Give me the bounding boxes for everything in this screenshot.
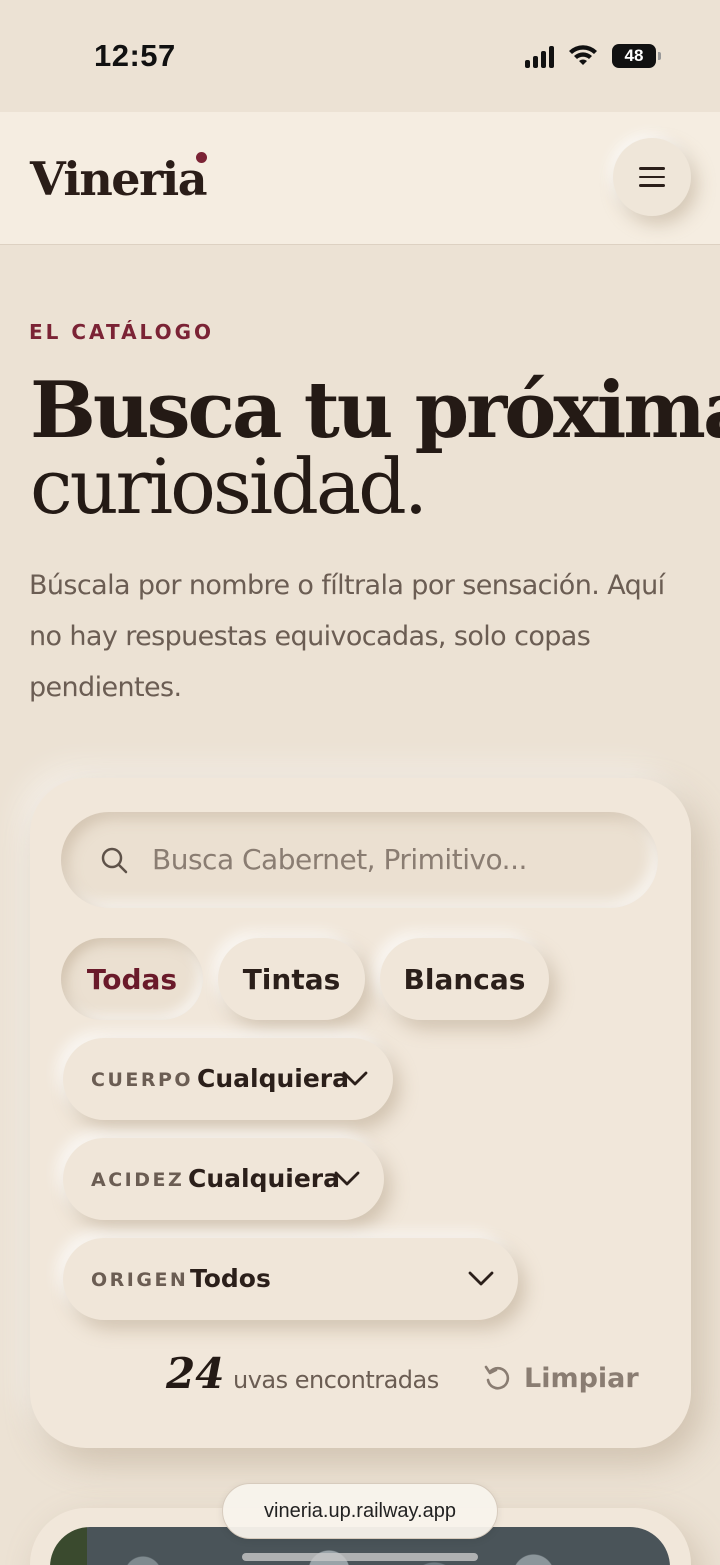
result-label: uvas encontradas	[233, 1366, 439, 1394]
page-title-line2: curiosidad.	[30, 442, 428, 531]
select-value: Todos	[190, 1264, 271, 1293]
battery-icon: 48	[612, 44, 661, 68]
select-label: ORIGEN	[91, 1269, 189, 1291]
wifi-icon	[569, 45, 597, 65]
chevron-down-icon	[468, 1271, 494, 1286]
chevron-down-icon	[334, 1171, 360, 1186]
select-value: Cualquiera	[197, 1064, 350, 1093]
chip-tintas[interactable]: Tintas	[218, 938, 365, 1020]
search-icon	[101, 847, 128, 874]
chip-blancas[interactable]: Blancas	[380, 938, 549, 1020]
select-value: Cualquiera	[188, 1164, 341, 1193]
logo-dot	[196, 152, 207, 163]
select-cuerpo[interactable]: CUERPO Cualquiera	[63, 1038, 393, 1120]
result-count: 24	[166, 1349, 225, 1398]
status-time: 12:57	[94, 38, 176, 73]
search-placeholder: Busca Cabernet, Primitivo...	[152, 843, 527, 876]
chevron-down-icon	[342, 1071, 368, 1086]
clear-label: Limpiar	[524, 1362, 639, 1394]
select-label: CUERPO	[91, 1069, 194, 1091]
home-indicator	[242, 1553, 478, 1561]
signal-icon	[525, 44, 554, 68]
select-label: ACIDEZ	[91, 1169, 185, 1191]
reset-icon	[484, 1365, 510, 1390]
status-icons: 48	[525, 44, 661, 68]
logo[interactable]: Vineria	[30, 152, 208, 206]
menu-button[interactable]	[613, 138, 691, 216]
eyebrow: EL CATÁLOGO	[29, 320, 214, 344]
status-bar: 12:57 48	[0, 0, 720, 112]
hamburger-icon	[639, 167, 665, 170]
search-input[interactable]: Busca Cabernet, Primitivo...	[61, 812, 658, 908]
url-bar[interactable]: vineria.up.railway.app	[222, 1483, 498, 1539]
chip-todas[interactable]: Todas	[61, 938, 203, 1020]
clear-filters-button[interactable]: Limpiar	[482, 1358, 639, 1398]
select-acidez[interactable]: ACIDEZ Cualquiera	[63, 1138, 384, 1220]
select-origen[interactable]: ORIGEN Todos	[63, 1238, 518, 1320]
site-header: Vineria	[0, 112, 720, 245]
intro-text: Búscala por nombre o fíltrala por sensac…	[29, 570, 665, 703]
